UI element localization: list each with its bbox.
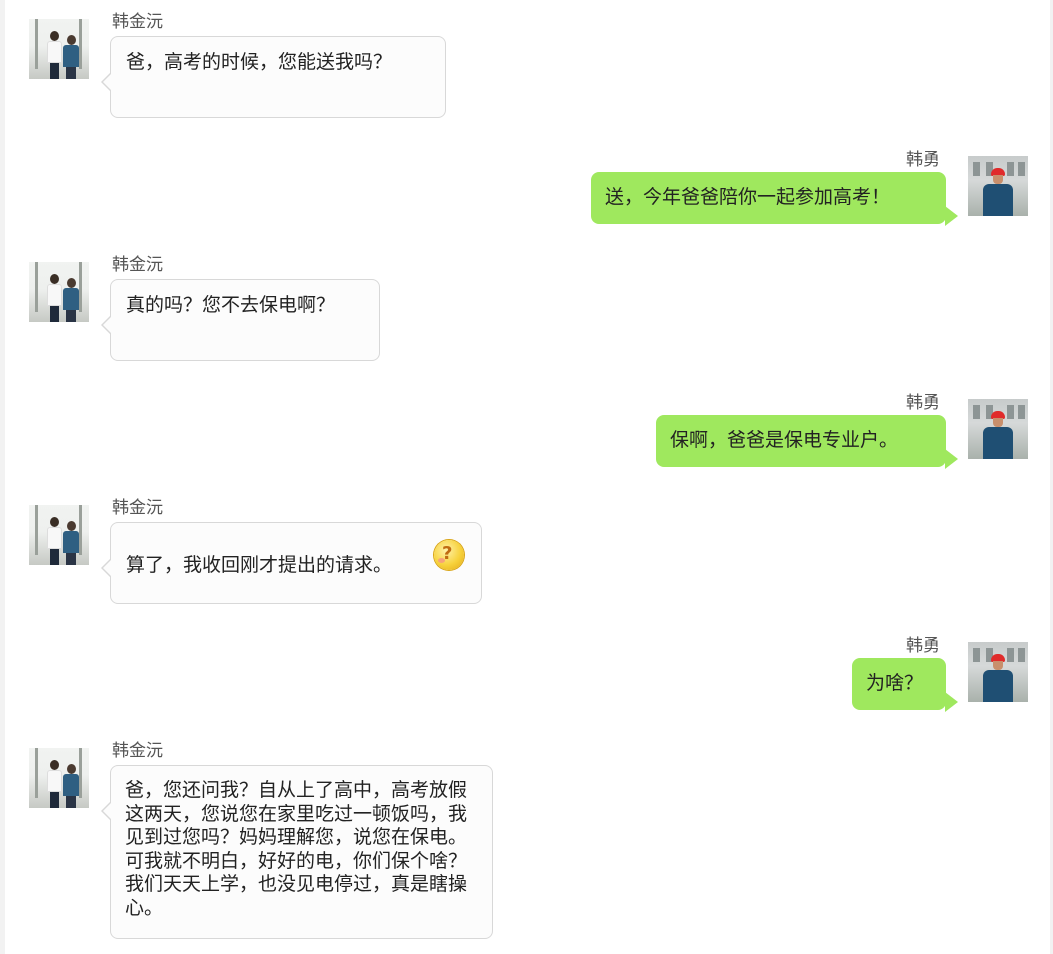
- message-text: 爸，高考的时候，您能送我吗？: [126, 51, 393, 73]
- sender-name: 韩金沅: [112, 741, 163, 761]
- son-avatar[interactable]: [29, 19, 89, 79]
- dad-avatar[interactable]: [968, 156, 1028, 216]
- sender-name: 韩勇: [906, 636, 940, 656]
- message-bubble[interactable]: 真的吗？您不去保电啊？: [101, 279, 380, 361]
- left-margin: [0, 0, 5, 954]
- message-text: 算了，我收回刚才提出的请求。: [126, 554, 393, 576]
- sender-name: 韩金沅: [112, 498, 163, 518]
- message-bubble[interactable]: 爸，高考的时候，您能送我吗？: [101, 36, 446, 118]
- message-bubble[interactable]: 算了，我收回刚才提出的请求。 ?: [101, 522, 482, 604]
- message-bubble[interactable]: 为啥？: [852, 658, 958, 712]
- message-bubble[interactable]: 保啊，爸爸是保电专业户。: [656, 415, 958, 469]
- sender-name: 韩金沅: [112, 255, 163, 275]
- message-text: 爸，您还问我？自从上了高中，高考放假这两天，您说您在家里吃过一顿饭吗，我见到过您…: [125, 779, 468, 919]
- message-bubble[interactable]: 送，今年爸爸陪你一起参加高考！: [591, 172, 958, 226]
- son-avatar[interactable]: [29, 262, 89, 322]
- message-text: 真的吗？您不去保电啊？: [126, 294, 336, 316]
- sender-name: 韩勇: [906, 150, 940, 170]
- message-text: 为啥？: [866, 672, 924, 694]
- dad-avatar[interactable]: [968, 399, 1028, 459]
- message-text: 送，今年爸爸陪你一起参加高考！: [605, 186, 891, 208]
- sender-name: 韩金沅: [112, 12, 163, 32]
- son-avatar[interactable]: [29, 505, 89, 565]
- confused-question-emoji-icon: ?: [434, 540, 464, 570]
- message-bubble[interactable]: 爸，您还问我？自从上了高中，高考放假这两天，您说您在家里吃过一顿饭吗，我见到过您…: [101, 765, 493, 939]
- sender-name: 韩勇: [906, 393, 940, 413]
- message-text: 保啊，爸爸是保电专业户。: [670, 429, 899, 451]
- son-avatar[interactable]: [29, 748, 89, 808]
- dad-avatar[interactable]: [968, 642, 1028, 702]
